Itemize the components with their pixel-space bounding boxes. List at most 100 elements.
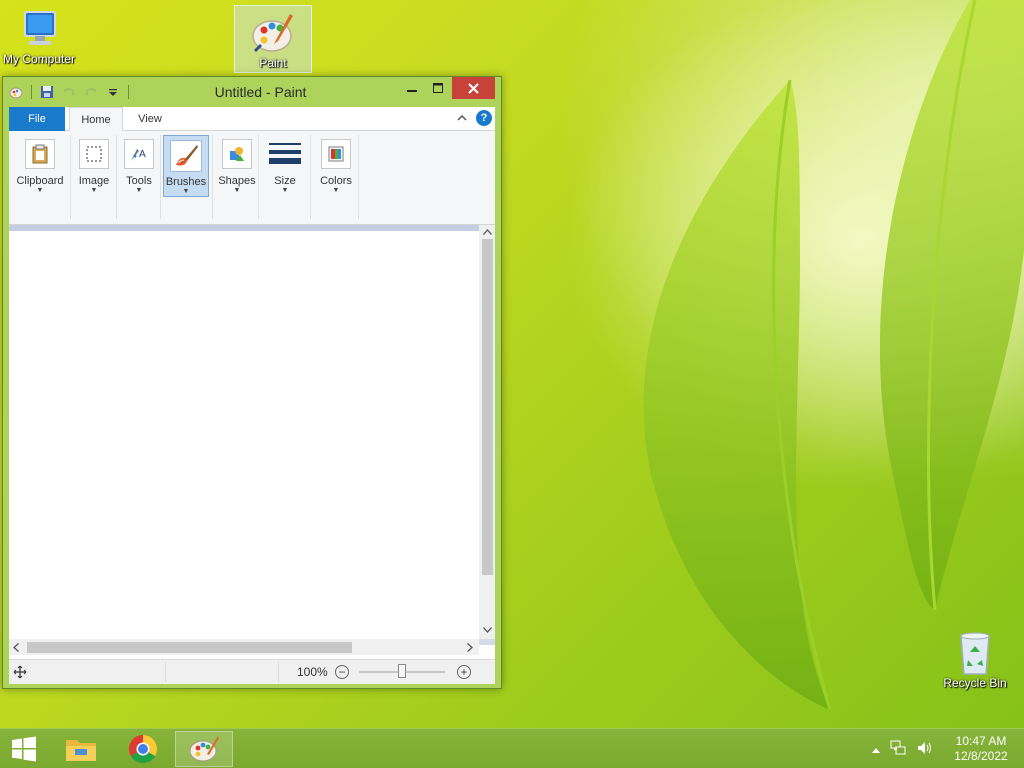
desktop-icon-label: My Computer xyxy=(2,52,76,66)
group-separator xyxy=(258,135,259,219)
zoom-out-button[interactable]: − xyxy=(335,665,349,679)
ribbon-home: Clipboard ▼ Image ▼ A Tools ▼ Brushes ▼ … xyxy=(9,131,495,225)
minimize-icon xyxy=(407,90,417,92)
show-hidden-icons-button[interactable] xyxy=(872,742,880,756)
vertical-scroll-thumb[interactable] xyxy=(482,239,493,575)
paint-window[interactable]: Untitled - Paint File Home View ? Clipbo… xyxy=(2,76,502,689)
save-icon[interactable] xyxy=(38,83,56,101)
clipboard-button[interactable]: Clipboard ▼ xyxy=(11,135,69,197)
desktop-icon-recycle-bin[interactable]: Recycle Bin xyxy=(936,630,1014,690)
desktop-icon-paint[interactable]: Paint xyxy=(234,5,312,73)
group-separator xyxy=(358,135,359,219)
desktop-icon-my-computer[interactable]: My Computer xyxy=(0,8,78,66)
image-button[interactable]: Image ▼ xyxy=(73,135,115,197)
chrome-icon xyxy=(129,735,157,763)
window-title: Untitled - Paint xyxy=(214,84,307,100)
colors-button[interactable]: Colors ▼ xyxy=(315,135,357,197)
tools-icon: A xyxy=(124,139,154,169)
select-icon xyxy=(79,139,109,169)
qat-separator xyxy=(31,85,32,99)
close-button[interactable] xyxy=(452,77,495,99)
clock-time: 10:47 AM xyxy=(955,734,1007,748)
chevron-up-icon xyxy=(457,114,467,121)
start-button[interactable] xyxy=(4,733,44,765)
brushes-button[interactable]: Brushes ▼ xyxy=(163,135,209,197)
tools-button[interactable]: A Tools ▼ xyxy=(119,135,159,197)
zoom-level: 100% xyxy=(297,665,328,679)
canvas-area xyxy=(9,225,495,655)
brush-icon xyxy=(170,140,202,172)
file-explorer-icon xyxy=(66,740,96,761)
colors-icon xyxy=(321,139,351,169)
title-bar[interactable]: Untitled - Paint xyxy=(3,77,501,107)
group-label: Size xyxy=(274,175,296,187)
ribbon-collapse-button[interactable] xyxy=(455,111,469,125)
redo-icon[interactable] xyxy=(82,83,100,101)
minimize-button[interactable] xyxy=(399,77,425,99)
system-tray xyxy=(872,737,932,761)
group-clipboard: Clipboard ▼ xyxy=(11,135,71,219)
maximize-icon xyxy=(433,83,443,93)
group-label: Tools xyxy=(126,175,152,187)
maximize-button[interactable] xyxy=(425,77,451,99)
undo-icon[interactable] xyxy=(60,83,78,101)
group-label: Clipboard xyxy=(16,175,64,187)
group-separator xyxy=(310,135,311,219)
windows-start-icon xyxy=(12,736,36,762)
desktop-icon-label: Recycle Bin xyxy=(943,676,1007,690)
status-cell-selection xyxy=(166,662,279,682)
chevron-up-icon xyxy=(872,748,880,753)
dropdown-arrow-icon: ▼ xyxy=(135,187,143,194)
scroll-left-icon[interactable] xyxy=(9,640,23,654)
tab-home[interactable]: Home xyxy=(69,107,123,132)
horizontal-scroll-thumb[interactable] xyxy=(27,642,352,653)
volume-icon[interactable] xyxy=(916,740,932,759)
dropdown-arrow-icon: ▼ xyxy=(182,188,190,195)
drawing-canvas[interactable] xyxy=(9,231,479,639)
dropdown-arrow-icon: ▼ xyxy=(36,187,44,194)
quick-access-toolbar xyxy=(7,83,131,101)
size-icon xyxy=(268,139,302,169)
help-button[interactable]: ? xyxy=(476,110,492,126)
zoom-in-button[interactable]: + xyxy=(457,665,471,679)
paint-app-icon[interactable] xyxy=(7,83,25,101)
group-label: Shapes xyxy=(218,175,256,187)
shapes-button[interactable]: Shapes ▼ xyxy=(217,135,257,197)
group-image: Image ▼ xyxy=(73,135,117,219)
group-separator xyxy=(116,135,117,219)
group-separator xyxy=(70,135,71,219)
scroll-down-icon[interactable] xyxy=(480,623,494,637)
paint-icon xyxy=(252,14,293,52)
group-separator xyxy=(160,135,161,219)
customize-dropdown-icon[interactable] xyxy=(104,83,122,101)
group-label: Brushes xyxy=(165,176,207,188)
group-label: Image xyxy=(78,175,110,187)
status-bar: 100% − + xyxy=(9,659,495,684)
taskbar-chrome[interactable] xyxy=(114,731,172,767)
horizontal-scrollbar[interactable] xyxy=(9,639,479,655)
network-icon[interactable] xyxy=(890,740,906,759)
group-brushes: Brushes ▼ xyxy=(163,135,213,219)
dropdown-arrow-icon: ▼ xyxy=(332,187,340,194)
scroll-up-icon[interactable] xyxy=(480,225,494,239)
zoom-slider-thumb[interactable] xyxy=(398,664,406,678)
tab-file[interactable]: File xyxy=(9,107,65,131)
dropdown-arrow-icon: ▼ xyxy=(90,187,98,194)
desktop-icon-label: Paint xyxy=(259,56,287,70)
close-icon xyxy=(468,82,479,94)
dropdown-arrow-icon: ▼ xyxy=(281,187,289,194)
status-cell-position xyxy=(9,662,166,682)
taskbar-file-explorer[interactable] xyxy=(52,731,110,767)
tab-view[interactable]: View xyxy=(125,107,175,131)
dropdown-arrow-icon: ▼ xyxy=(233,187,241,194)
size-button[interactable]: Size ▼ xyxy=(261,135,309,197)
taskbar-paint[interactable] xyxy=(175,731,233,767)
group-tools: A Tools ▼ xyxy=(119,135,161,219)
clock-date: 12/8/2022 xyxy=(954,749,1008,763)
recycle-bin-icon xyxy=(960,632,990,675)
taskbar-clock[interactable]: 10:47 AM 12/8/2022 xyxy=(950,734,1012,764)
computer-icon xyxy=(24,11,56,45)
scroll-right-icon[interactable] xyxy=(463,640,477,654)
vertical-scrollbar[interactable] xyxy=(479,225,495,639)
shapes-icon xyxy=(222,139,252,169)
